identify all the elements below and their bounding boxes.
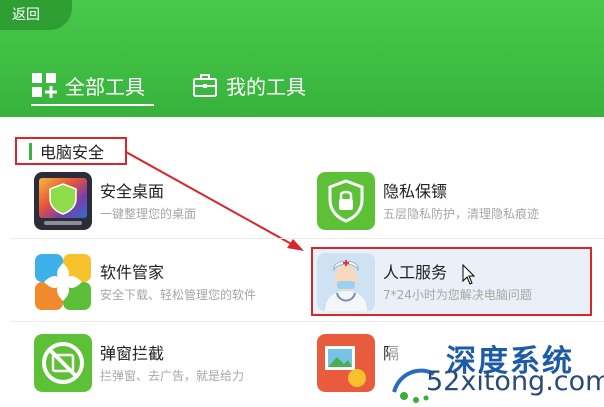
watermark: 深度系统 52xitong.com (390, 336, 604, 407)
photo-icon (317, 334, 375, 392)
tool-desc: 安全下载、轻松管理您的软件 (100, 288, 257, 302)
tool-privacy-guard[interactable]: 隐私保镖 五层隐私防护，清理隐私痕迹 (317, 172, 597, 234)
tool-popup-block[interactable]: 弹窗拦截 拦弹窗、去广告，就是给力 (34, 334, 314, 396)
popup-block-icon (34, 334, 92, 392)
row-divider (10, 321, 604, 322)
safe-desktop-icon (34, 172, 92, 230)
mouse-cursor-icon (462, 264, 476, 285)
row-divider (10, 238, 604, 239)
tool-name: 弹窗拦截 (100, 344, 165, 363)
tool-software-manager[interactable]: 软件管家 安全下载、轻松管理您的软件 (34, 253, 314, 315)
tool-name: 软件管家 (100, 263, 165, 282)
tool-desc: 一键整理您的桌面 (100, 207, 197, 221)
tool-desc: 拦弹窗、去广告，就是给力 (100, 369, 245, 383)
tool-name: 人工服务 (383, 263, 448, 282)
tool-desc: 7*24小时为您解决电脑问题 (383, 288, 532, 302)
privacy-guard-icon (317, 172, 375, 230)
tool-manual-service[interactable]: 人工服务 7*24小时为您解决电脑问题 (317, 253, 597, 315)
software-manager-icon (34, 253, 92, 311)
doctor-icon (317, 253, 375, 311)
watermark-url: 52xitong.com (426, 366, 604, 397)
tool-name: 安全桌面 (100, 182, 165, 201)
tool-name: 隐私保镖 (383, 182, 448, 201)
tool-desc: 五层隐私防护，清理隐私痕迹 (383, 207, 540, 221)
tool-safe-desktop[interactable]: 安全桌面 一键整理您的桌面 (34, 172, 314, 234)
